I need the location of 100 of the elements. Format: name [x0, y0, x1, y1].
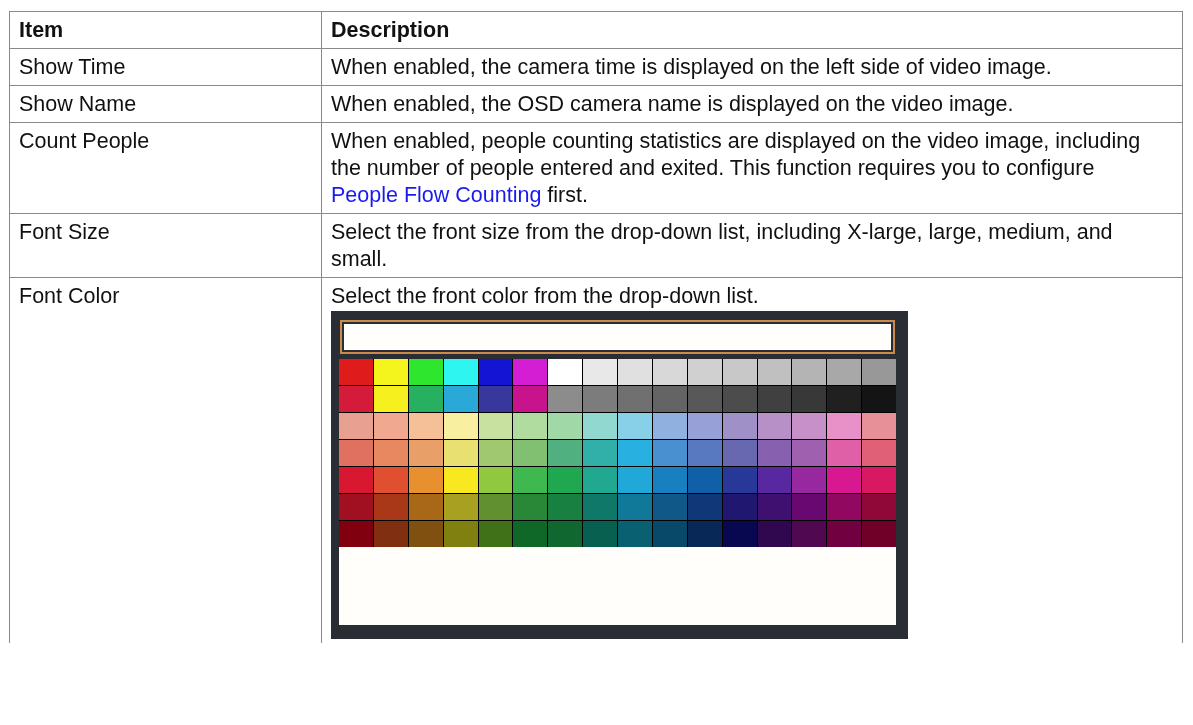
color-swatch[interactable]: [339, 494, 373, 520]
color-swatch[interactable]: [757, 359, 792, 385]
color-swatch[interactable]: [513, 413, 548, 439]
color-swatch[interactable]: [827, 521, 862, 547]
color-swatch[interactable]: [618, 521, 652, 547]
color-swatch[interactable]: [513, 386, 548, 412]
color-swatch[interactable]: [792, 440, 827, 466]
color-swatch[interactable]: [513, 494, 548, 520]
color-swatch[interactable]: [792, 467, 827, 493]
color-swatch[interactable]: [652, 386, 687, 412]
color-swatch[interactable]: [722, 386, 757, 412]
color-swatch[interactable]: [827, 467, 862, 493]
color-swatch[interactable]: [652, 413, 687, 439]
color-swatch[interactable]: [408, 386, 443, 412]
color-swatch[interactable]: [722, 467, 757, 493]
color-swatch[interactable]: [827, 386, 862, 412]
color-swatch[interactable]: [722, 359, 757, 385]
color-swatch[interactable]: [373, 494, 408, 520]
color-swatch[interactable]: [408, 359, 443, 385]
color-swatch[interactable]: [792, 359, 827, 385]
color-swatch[interactable]: [652, 494, 687, 520]
color-swatch[interactable]: [862, 386, 896, 412]
color-swatch[interactable]: [827, 359, 862, 385]
color-swatch[interactable]: [687, 494, 722, 520]
color-swatch[interactable]: [548, 467, 583, 493]
color-swatch[interactable]: [862, 521, 896, 547]
color-swatch[interactable]: [513, 440, 548, 466]
color-swatch[interactable]: [862, 359, 896, 385]
color-swatch[interactable]: [618, 494, 652, 520]
color-swatch[interactable]: [652, 359, 687, 385]
color-swatch[interactable]: [443, 413, 478, 439]
color-swatch[interactable]: [513, 467, 548, 493]
color-swatch[interactable]: [827, 413, 862, 439]
color-swatch[interactable]: [339, 359, 373, 385]
color-swatch[interactable]: [862, 494, 896, 520]
color-swatch[interactable]: [339, 521, 373, 547]
color-swatch[interactable]: [757, 494, 792, 520]
color-swatch[interactable]: [687, 386, 722, 412]
color-swatch[interactable]: [652, 440, 687, 466]
color-swatch[interactable]: [618, 359, 652, 385]
color-swatch[interactable]: [478, 386, 513, 412]
color-swatch[interactable]: [722, 413, 757, 439]
color-swatch[interactable]: [408, 494, 443, 520]
color-swatch[interactable]: [652, 521, 687, 547]
color-swatch[interactable]: [583, 359, 617, 385]
color-swatch[interactable]: [792, 386, 827, 412]
color-swatch[interactable]: [652, 467, 687, 493]
color-swatch[interactable]: [513, 359, 548, 385]
color-swatch[interactable]: [373, 413, 408, 439]
color-swatch[interactable]: [478, 521, 513, 547]
color-swatch[interactable]: [513, 521, 548, 547]
color-swatch[interactable]: [443, 386, 478, 412]
color-swatch[interactable]: [862, 467, 896, 493]
color-swatch[interactable]: [722, 521, 757, 547]
color-swatch[interactable]: [757, 440, 792, 466]
color-swatch[interactable]: [339, 467, 373, 493]
color-swatch[interactable]: [687, 440, 722, 466]
color-swatch[interactable]: [618, 386, 652, 412]
color-swatch[interactable]: [618, 440, 652, 466]
color-swatch[interactable]: [757, 386, 792, 412]
color-swatch[interactable]: [373, 359, 408, 385]
color-swatch[interactable]: [722, 494, 757, 520]
color-swatch[interactable]: [583, 440, 617, 466]
color-swatch[interactable]: [583, 494, 617, 520]
color-swatch[interactable]: [583, 413, 617, 439]
color-swatch[interactable]: [618, 467, 652, 493]
color-swatch[interactable]: [443, 467, 478, 493]
color-swatch[interactable]: [792, 413, 827, 439]
color-swatch[interactable]: [583, 521, 617, 547]
color-swatch[interactable]: [373, 386, 408, 412]
color-swatch[interactable]: [373, 521, 408, 547]
color-swatch[interactable]: [862, 413, 896, 439]
color-swatch[interactable]: [478, 359, 513, 385]
color-swatch[interactable]: [722, 440, 757, 466]
color-swatch[interactable]: [548, 521, 583, 547]
color-swatch[interactable]: [478, 413, 513, 439]
color-swatch[interactable]: [339, 413, 373, 439]
color-swatch[interactable]: [408, 440, 443, 466]
color-swatch[interactable]: [757, 521, 792, 547]
color-swatch[interactable]: [792, 521, 827, 547]
color-swatch[interactable]: [339, 440, 373, 466]
color-swatch[interactable]: [827, 440, 862, 466]
color-swatch[interactable]: [583, 386, 617, 412]
color-swatch[interactable]: [548, 440, 583, 466]
color-swatch[interactable]: [408, 521, 443, 547]
color-swatch[interactable]: [827, 494, 862, 520]
color-swatch[interactable]: [443, 440, 478, 466]
color-swatch[interactable]: [443, 521, 478, 547]
color-swatch[interactable]: [687, 521, 722, 547]
color-swatch[interactable]: [548, 359, 583, 385]
color-swatch[interactable]: [583, 467, 617, 493]
color-swatch[interactable]: [478, 467, 513, 493]
color-swatch[interactable]: [443, 494, 478, 520]
color-swatch[interactable]: [687, 413, 722, 439]
color-swatch[interactable]: [373, 440, 408, 466]
color-swatch[interactable]: [687, 359, 722, 385]
color-swatch[interactable]: [548, 494, 583, 520]
color-swatch[interactable]: [373, 467, 408, 493]
color-swatch[interactable]: [757, 413, 792, 439]
color-swatch[interactable]: [548, 386, 583, 412]
